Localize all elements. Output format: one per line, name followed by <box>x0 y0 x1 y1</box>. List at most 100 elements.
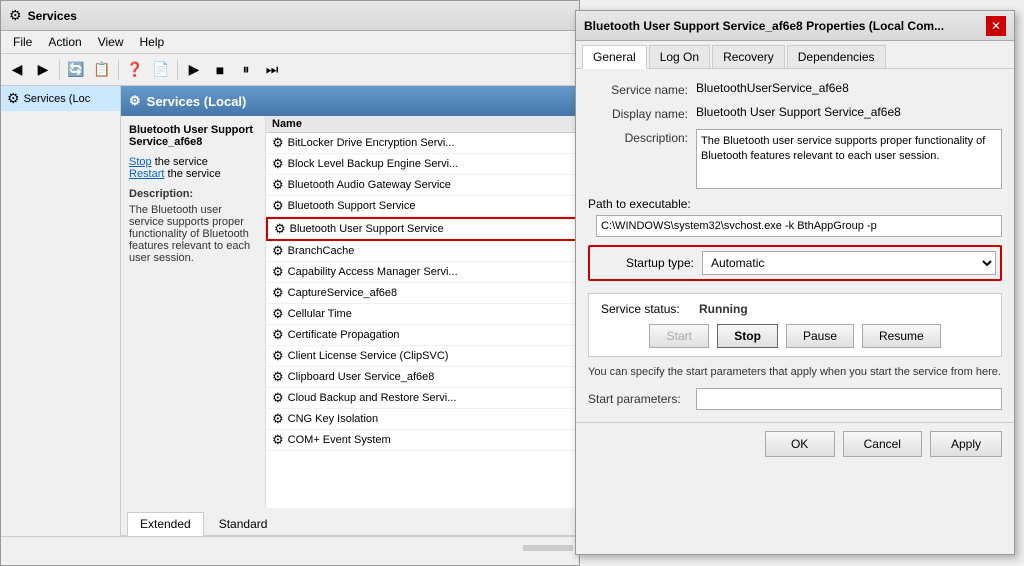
startup-select-wrapper: Automatic Automatic (Delayed Start) Manu… <box>702 251 996 275</box>
service-name: COM+ Event System <box>288 434 391 446</box>
left-gear-icon: ⚙ <box>7 90 20 107</box>
properties-dialog: Bluetooth User Support Service_af6e8 Pro… <box>575 10 1015 555</box>
startup-type-select[interactable]: Automatic Automatic (Delayed Start) Manu… <box>702 251 996 275</box>
description-panel: Bluetooth User Support Service_af6e8 Sto… <box>121 116 266 508</box>
service-name-row: Service name: BluetoothUserService_af6e8 <box>588 81 1002 97</box>
list-item[interactable]: ⚙ BitLocker Drive Encryption Servi... <box>266 133 579 154</box>
list-item[interactable]: ⚙CNG Key Isolation <box>266 409 579 430</box>
path-label: Path to executable: <box>588 197 691 211</box>
service-icon: ⚙ <box>274 221 286 237</box>
path-label-row: Path to executable: <box>588 197 1002 211</box>
refresh-button[interactable]: 🔄 <box>64 58 88 82</box>
service-status-section: Service status: Running Start Stop Pause… <box>588 293 1002 357</box>
service-icon: ⚙ <box>272 432 284 448</box>
hint-text: You can specify the start parameters tha… <box>588 365 1002 380</box>
forward-button[interactable]: ▶ <box>31 58 55 82</box>
pause-button[interactable]: ⏸ <box>234 58 258 82</box>
toolbar-separator-1 <box>59 60 60 80</box>
list-item[interactable]: ⚙BranchCache <box>266 241 579 262</box>
list-item[interactable]: ⚙ Certificate Propagation <box>266 325 579 346</box>
resume-service-button[interactable]: Resume <box>862 324 941 348</box>
dialog-footer: OK Cancel Apply <box>576 422 1014 465</box>
restart-link-suffix: the service <box>168 168 221 180</box>
service-name: Client License Service (ClipSVC) <box>288 350 449 362</box>
tab-extended[interactable]: Extended <box>127 512 204 536</box>
start-params-input[interactable] <box>696 388 1002 410</box>
stop-button[interactable]: ■ <box>208 58 232 82</box>
dialog-tab-bar: General Log On Recovery Dependencies <box>576 41 1014 69</box>
list-item-selected[interactable]: ⚙Bluetooth User Support Service <box>266 217 579 241</box>
list-item[interactable]: ⚙ COM+ Event System <box>266 430 579 451</box>
menu-file[interactable]: File <box>5 33 40 51</box>
menu-view[interactable]: View <box>90 33 132 51</box>
tab-bar: Extended Standard <box>121 508 579 536</box>
description-text: Description: The Bluetooth user service … <box>129 188 257 264</box>
list-item[interactable]: ⚙Bluetooth Support Service <box>266 196 579 217</box>
stop-link-suffix: the service <box>155 156 208 168</box>
service-name: Certificate Propagation <box>288 329 400 341</box>
menu-help[interactable]: Help <box>132 33 173 51</box>
list-item[interactable]: ⚙Client License Service (ClipSVC) <box>266 346 579 367</box>
service-name: Cellular Time <box>288 308 352 320</box>
dialog-title-bar: Bluetooth User Support Service_af6e8 Pro… <box>576 11 1014 41</box>
list-item[interactable]: ⚙Cloud Backup and Restore Servi... <box>266 388 579 409</box>
list-item[interactable]: ⚙Capability Access Manager Servi... <box>266 262 579 283</box>
list-item[interactable]: ⚙CaptureService_af6e8 <box>266 283 579 304</box>
service-name: Bluetooth Audio Gateway Service <box>288 179 451 191</box>
path-value: C:\WINDOWS\system32\svchost.exe -k BthAp… <box>596 215 1002 237</box>
description-content: The Bluetooth user service supports prop… <box>129 204 250 264</box>
toolbar-separator-3 <box>177 60 178 80</box>
close-dialog-button[interactable]: ✕ <box>986 16 1006 36</box>
dialog-content: Service name: BluetoothUserService_af6e8… <box>576 69 1014 422</box>
status-label: Service status: <box>601 302 691 316</box>
service-list-panel[interactable]: Name ⚙BitLocker Drive Encryption Servi..… <box>266 116 579 508</box>
tab-standard[interactable]: Standard <box>206 512 281 535</box>
export-button[interactable]: 📋 <box>90 58 114 82</box>
restart-button[interactable]: ⏭ <box>260 58 284 82</box>
display-name-row: Display name: Bluetooth User Support Ser… <box>588 105 1002 121</box>
service-icon: ⚙ <box>272 135 284 151</box>
tab-logon[interactable]: Log On <box>649 45 710 68</box>
properties-button[interactable]: 📄 <box>149 58 173 82</box>
menu-bar: File Action View Help <box>1 31 579 54</box>
start-service-button[interactable]: Start <box>649 324 709 348</box>
status-value: Running <box>699 302 748 316</box>
tab-general[interactable]: General <box>582 45 647 69</box>
play-button[interactable]: ▶ <box>182 58 206 82</box>
apply-button[interactable]: Apply <box>930 431 1002 457</box>
tab-dependencies[interactable]: Dependencies <box>787 45 886 68</box>
list-item[interactable]: ⚙ Cellular Time <box>266 304 579 325</box>
start-params-row: Start parameters: <box>588 388 1002 410</box>
list-item[interactable]: ⚙Clipboard User Service_af6e8 <box>266 367 579 388</box>
service-name: BitLocker Drive Encryption Servi... <box>288 137 455 149</box>
description-field-label: Description: <box>588 129 688 145</box>
left-panel: ⚙ Services (Loc <box>1 86 121 536</box>
list-item[interactable]: ⚙Block Level Backup Engine Servi... <box>266 154 579 175</box>
description-field-value[interactable]: The Bluetooth user service supports prop… <box>696 129 1002 189</box>
back-button[interactable]: ◀ <box>5 58 29 82</box>
service-icon: ⚙ <box>272 177 284 193</box>
service-icon: ⚙ <box>272 243 284 259</box>
service-icon: ⚙ <box>272 198 284 214</box>
service-icon: ⚙ <box>272 306 284 322</box>
tab-recovery[interactable]: Recovery <box>712 45 785 68</box>
ok-button[interactable]: OK <box>765 431 835 457</box>
service-icon: ⚙ <box>272 327 284 343</box>
services-header-icon: ⚙ <box>129 93 141 109</box>
pause-service-button[interactable]: Pause <box>786 324 854 348</box>
service-icon: ⚙ <box>272 411 284 427</box>
stop-service-button[interactable]: Stop <box>717 324 778 348</box>
stop-link[interactable]: Stop <box>129 156 152 168</box>
menu-action[interactable]: Action <box>40 33 89 51</box>
left-panel-services[interactable]: ⚙ Services (Loc <box>1 86 120 111</box>
services-header: ⚙ Services (Local) <box>121 86 579 116</box>
startup-type-row: Startup type: Automatic Automatic (Delay… <box>588 245 1002 281</box>
list-item[interactable]: ⚙ Bluetooth Audio Gateway Service <box>266 175 579 196</box>
title-bar: ⚙ Services <box>1 1 579 31</box>
services-header-text: Services (Local) <box>147 94 247 109</box>
help-button[interactable]: ❓ <box>123 58 147 82</box>
toolbar-separator-2 <box>118 60 119 80</box>
startup-label: Startup type: <box>594 256 694 270</box>
restart-link[interactable]: Restart <box>129 168 164 180</box>
cancel-button[interactable]: Cancel <box>843 431 922 457</box>
